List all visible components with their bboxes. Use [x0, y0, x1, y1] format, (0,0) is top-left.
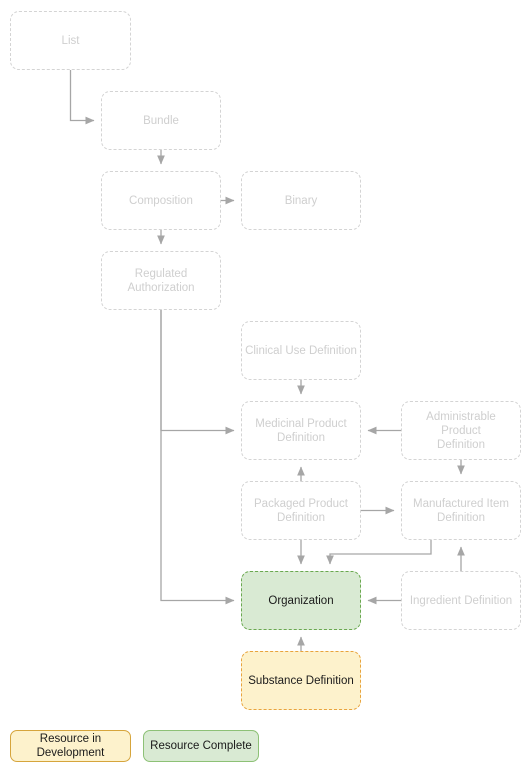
connector-list-to-bundle [69, 70, 95, 125]
node-regulated-authorization[interactable]: Regulated Authorization [101, 251, 221, 310]
node-label-ingredient-definition: Ingredient Definition [409, 594, 513, 607]
connector-manufactured-item-definition-to-organization [326, 540, 432, 565]
node-ingredient-definition[interactable]: Ingredient Definition [401, 571, 521, 630]
node-manufactured-item-definition[interactable]: Manufactured Item Definition [401, 481, 521, 540]
node-bundle[interactable]: Bundle [101, 91, 221, 150]
node-clinical-use-definition[interactable]: Clinical Use Definition [241, 321, 361, 380]
node-label-organization: Organization [268, 594, 334, 607]
node-medicinal-product-definition[interactable]: Medicinal Product Definition [241, 401, 361, 460]
legend-resource-in-development-label: Resource in Development [36, 733, 105, 759]
node-label-medicinal-product-definition: Medicinal Product Definition [255, 417, 347, 444]
connector-regulated-authorization-to-organization [160, 310, 235, 605]
node-substance-definition[interactable]: Substance Definition [241, 651, 361, 710]
node-label-packaged-product-definition: Packaged Product Definition [254, 497, 348, 524]
node-label-clinical-use-definition: Clinical Use Definition [245, 344, 357, 357]
node-label-substance-definition: Substance Definition [248, 674, 354, 687]
node-label-regulated-authorization: Regulated Authorization [127, 267, 195, 294]
node-label-administrable-product-definition: Administrable Product Definition [426, 410, 496, 451]
legend-resource-complete-label: Resource Complete [150, 740, 252, 752]
node-label-binary: Binary [284, 194, 318, 207]
node-packaged-product-definition[interactable]: Packaged Product Definition [241, 481, 361, 540]
node-label-manufactured-item-definition: Manufactured Item Definition [413, 497, 509, 524]
node-label-composition: Composition [129, 194, 193, 207]
node-composition[interactable]: Composition [101, 171, 221, 230]
node-label-bundle: Bundle [143, 114, 179, 127]
legend-resource-in-development: Resource in Development [10, 730, 131, 762]
legend-resource-complete: Resource Complete [143, 730, 259, 762]
node-organization[interactable]: Organization [241, 571, 361, 630]
node-administrable-product-definition[interactable]: Administrable Product Definition [401, 401, 521, 460]
connector-regulated-authorization-to-medicinal-product-definition [160, 310, 235, 435]
node-binary[interactable]: Binary [241, 171, 361, 230]
node-list[interactable]: List [10, 11, 131, 70]
node-label-list: List [61, 34, 80, 47]
